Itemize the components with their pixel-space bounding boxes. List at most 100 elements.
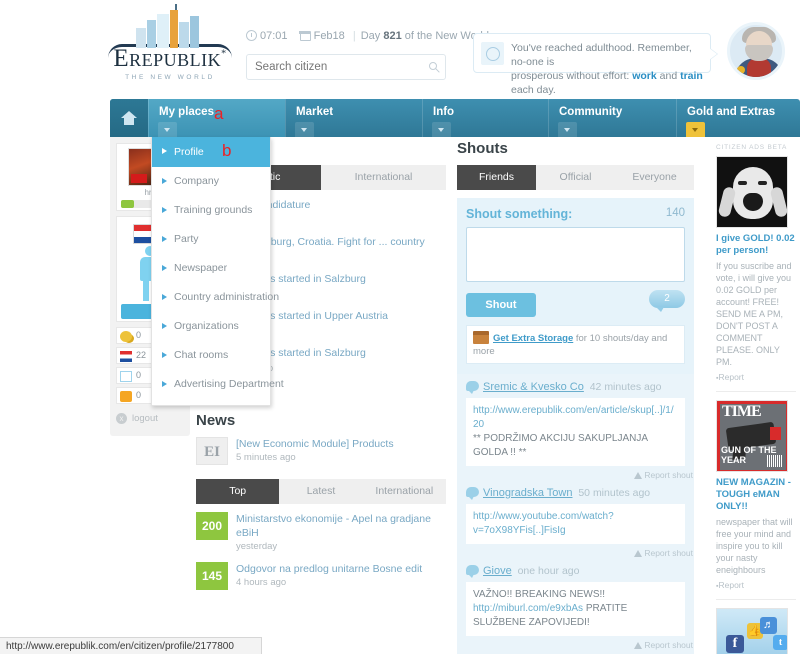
shout-textarea[interactable] bbox=[466, 227, 685, 282]
tip-banner: You've reached adulthood. Remember, no-o… bbox=[473, 33, 717, 96]
nav-item-market[interactable]: Market bbox=[285, 99, 422, 137]
news-item[interactable]: 145 Odgovor na predlog unitarne Bosne ed… bbox=[196, 562, 446, 594]
magazine-title: TIME bbox=[722, 403, 762, 420]
shout-link[interactable]: http://www.youtube.com/watch?v=7oX98YFis… bbox=[473, 511, 614, 536]
nav-item-info[interactable]: Info bbox=[422, 99, 548, 137]
chevron-right-icon bbox=[162, 323, 167, 329]
news-vote-count: 200 bbox=[196, 512, 228, 540]
shout-entry: Sremic & Kvesko Co 42 minutes ago http:/… bbox=[457, 374, 694, 468]
clock-icon bbox=[246, 30, 257, 41]
shout-header: Giove one hour ago bbox=[466, 565, 685, 578]
tip-line-2-pre: prosperous without effort: bbox=[511, 70, 633, 82]
tip-clock-icon bbox=[481, 42, 504, 65]
logout-button[interactable]: x logout bbox=[116, 412, 184, 426]
news-item-time: 4 hours ago bbox=[236, 577, 287, 588]
city-skyline-icon bbox=[134, 4, 206, 48]
info-separator: | bbox=[352, 30, 356, 42]
tip-text: You've reached adulthood. Remember, no-o… bbox=[511, 41, 704, 97]
dropdown-item-organizations[interactable]: Organizations bbox=[152, 312, 270, 341]
chevron-down-icon[interactable] bbox=[295, 122, 314, 137]
dropdown-item-country-administration[interactable]: Country administration bbox=[152, 283, 279, 312]
shout-link[interactable]: http://www.erepublik.com/en/article/skup… bbox=[473, 405, 674, 430]
logout-label: logout bbox=[132, 413, 158, 424]
shout-author[interactable]: Vinogradska Town bbox=[483, 487, 573, 499]
tab-news-international[interactable]: International bbox=[362, 479, 446, 504]
shout-author[interactable]: Sremic & Kvesko Co bbox=[483, 381, 584, 393]
news-featured-item[interactable]: EI [New Economic Module] Products 5 minu… bbox=[196, 437, 446, 469]
tab-events-international[interactable]: International bbox=[321, 165, 446, 190]
annotation-b: b bbox=[222, 141, 232, 160]
my-places-dropdown-menu: Profile Company Training grounds Party N… bbox=[151, 137, 284, 406]
nav-item-community[interactable]: Community bbox=[548, 99, 676, 137]
ad-report-link[interactable]: ▪Report bbox=[716, 372, 796, 382]
warning-icon bbox=[634, 472, 643, 479]
chevron-right-icon bbox=[162, 148, 167, 154]
nav-item-gold-and-extras[interactable]: Gold and Extras bbox=[676, 99, 800, 137]
shout-link[interactable]: http://miburl.com/e9xbAs bbox=[473, 603, 583, 614]
twitter-icon: t bbox=[773, 635, 787, 650]
site-header: EREPUBLIK* THE NEW WORLD 07:01 Feb18 | Da… bbox=[0, 0, 800, 96]
report-shout-link[interactable]: Report shout bbox=[457, 468, 694, 480]
tab-news-top[interactable]: Top bbox=[196, 479, 280, 504]
news-featured-title[interactable]: [New Economic Module] Products bbox=[236, 437, 446, 451]
joker-face-icon[interactable] bbox=[716, 156, 788, 228]
calendar-icon bbox=[299, 30, 311, 41]
shout-author[interactable]: Giove bbox=[483, 565, 512, 577]
news-item-title[interactable]: Odgovor na predlog unitarne Bosne edit bbox=[236, 562, 446, 576]
dropdown-item-party[interactable]: Party bbox=[152, 225, 270, 254]
dropdown-item-advertising-department[interactable]: Advertising Department bbox=[152, 370, 284, 399]
time-magazine-cover-icon[interactable]: TIME GUN OF THE YEAR bbox=[716, 400, 788, 472]
dropdown-item-training-grounds[interactable]: Training grounds bbox=[152, 196, 270, 225]
dropdown-item-profile[interactable]: Profile bbox=[152, 137, 270, 167]
social-media-icons-image[interactable]: f 👍 ♬ t bbox=[716, 608, 788, 654]
search-citizen-box[interactable] bbox=[246, 54, 446, 80]
search-input[interactable] bbox=[247, 55, 412, 79]
shout-header: Sremic & Kvesko Co 42 minutes ago bbox=[466, 381, 685, 394]
server-date: Feb18 bbox=[313, 30, 345, 42]
work-link[interactable]: work bbox=[632, 70, 657, 82]
shout-submit-button[interactable]: Shout bbox=[466, 293, 536, 317]
site-logo[interactable]: EREPUBLIK* THE NEW WORLD bbox=[105, 4, 235, 81]
dropdown-item-company[interactable]: Company bbox=[152, 167, 270, 196]
browser-status-bar: http://www.erepublik.com/en/citizen/prof… bbox=[0, 637, 262, 654]
shout-entry: hrxxx 2 hours ago http://www.erepublik.c… bbox=[457, 650, 694, 654]
shouts-tabs: Friends Official Everyone bbox=[457, 165, 694, 190]
chevron-right-icon bbox=[162, 294, 167, 300]
nav-label-market: Market bbox=[296, 106, 334, 118]
report-shout-link[interactable]: Report shout bbox=[457, 638, 694, 650]
chevron-down-icon[interactable] bbox=[558, 122, 577, 137]
day-number: 821 bbox=[383, 30, 402, 42]
ad-report-link[interactable]: ▪Report bbox=[716, 580, 796, 590]
shout-header: Vinogradska Town 50 minutes ago bbox=[466, 487, 685, 500]
gold-chevron-down-icon[interactable] bbox=[686, 122, 705, 137]
shout-text-pre: VAŽNO!! BREAKING NEWS!! bbox=[473, 589, 606, 600]
ad-title[interactable]: I give GOLD! 0.02 per person! bbox=[716, 233, 796, 257]
server-time: 07:01 bbox=[260, 30, 288, 42]
dropdown-item-newspaper[interactable]: Newspaper bbox=[152, 254, 270, 283]
alerts-value: 0 bbox=[136, 390, 142, 400]
avatar[interactable] bbox=[727, 22, 785, 80]
mail-icon bbox=[120, 371, 132, 382]
shout-time: 42 minutes ago bbox=[589, 381, 662, 393]
extra-storage-promo: Get Extra Storage for 10 shouts/day and … bbox=[466, 325, 685, 364]
chevron-right-icon bbox=[162, 236, 167, 242]
tab-shouts-official[interactable]: Official bbox=[536, 165, 615, 190]
news-item-title[interactable]: Ministarstvo ekonomije - Apel na gradjan… bbox=[236, 512, 446, 540]
right-sidebar-ads: CITIZEN ADS BETA I give GOLD! 0.02 per p… bbox=[716, 144, 796, 654]
chevron-down-icon[interactable] bbox=[432, 122, 451, 137]
get-extra-storage-link[interactable]: Get Extra Storage bbox=[493, 333, 573, 344]
search-icon[interactable] bbox=[429, 62, 437, 70]
news-item[interactable]: 200 Ministarstvo ekonomije - Apel na gra… bbox=[196, 512, 446, 552]
report-shout-link[interactable]: Report shout bbox=[457, 546, 694, 558]
nav-home-button[interactable] bbox=[110, 99, 148, 137]
tab-news-latest[interactable]: Latest bbox=[279, 479, 363, 504]
chevron-down-icon[interactable] bbox=[158, 122, 177, 137]
tab-shouts-everyone[interactable]: Everyone bbox=[615, 165, 694, 190]
speech-bubble-icon bbox=[466, 487, 479, 500]
dropdown-item-chat-rooms[interactable]: Chat rooms bbox=[152, 341, 270, 370]
shout-entry: Vinogradska Town 50 minutes ago http://w… bbox=[457, 480, 694, 546]
train-link[interactable]: train bbox=[680, 70, 703, 82]
ad-title[interactable]: NEW MAGAZIN - TOUGH eMAN ONLY!! bbox=[716, 477, 796, 513]
tab-shouts-friends[interactable]: Friends bbox=[457, 165, 536, 190]
news-item-time: yesterday bbox=[236, 541, 278, 552]
